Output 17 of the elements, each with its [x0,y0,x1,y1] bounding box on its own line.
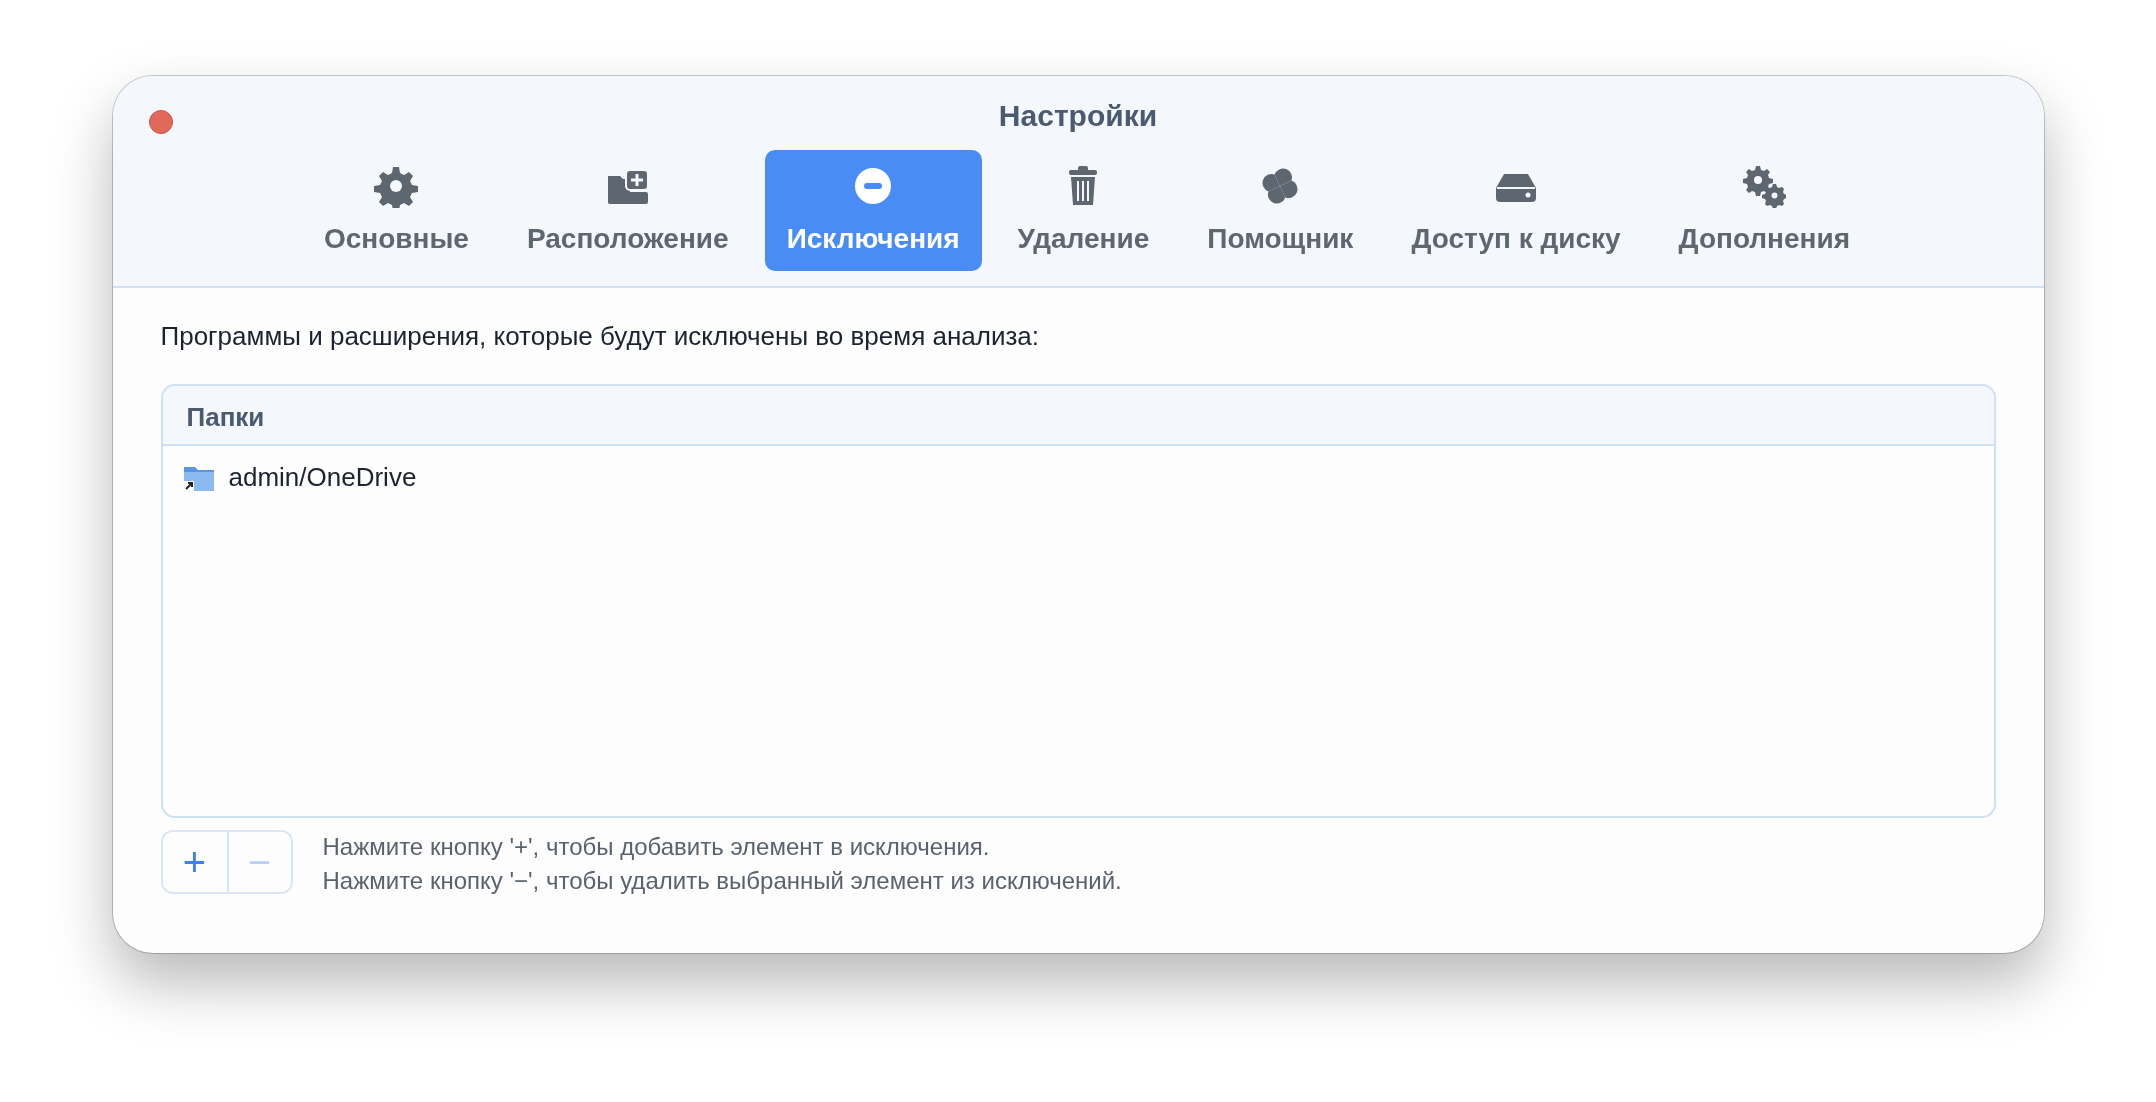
tab[interactable]: Доступ к диску [1389,150,1643,271]
list-row[interactable]: admin/OneDrive [162,446,1994,509]
window-title: Настройки [998,98,1158,134]
tab[interactable]: Удаление [995,150,1172,271]
hint-text: Нажмите кнопку '−', чтобы удалить выбранный элемент из исключений. [322,866,1122,896]
tab[interactable]: Исключения [764,150,982,271]
tab[interactable]: Расположение [504,150,751,271]
column-header: Папки [162,386,1994,446]
gears-icon [1742,164,1787,208]
gear-icon [374,164,419,208]
description-text: Программы и расширения, которые будут исключены во время анализа: [160,320,1041,353]
tab[interactable]: Помощник [1185,150,1376,271]
tab[interactable]: Основные [301,150,491,271]
hint-text: Нажмите кнопку '+', чтобы добавить элемент в исключения. [322,832,991,862]
tab[interactable]: Дополнения [1656,150,1873,271]
folder-path: admin/OneDrive [228,461,417,494]
close-button[interactable] [148,110,173,134]
